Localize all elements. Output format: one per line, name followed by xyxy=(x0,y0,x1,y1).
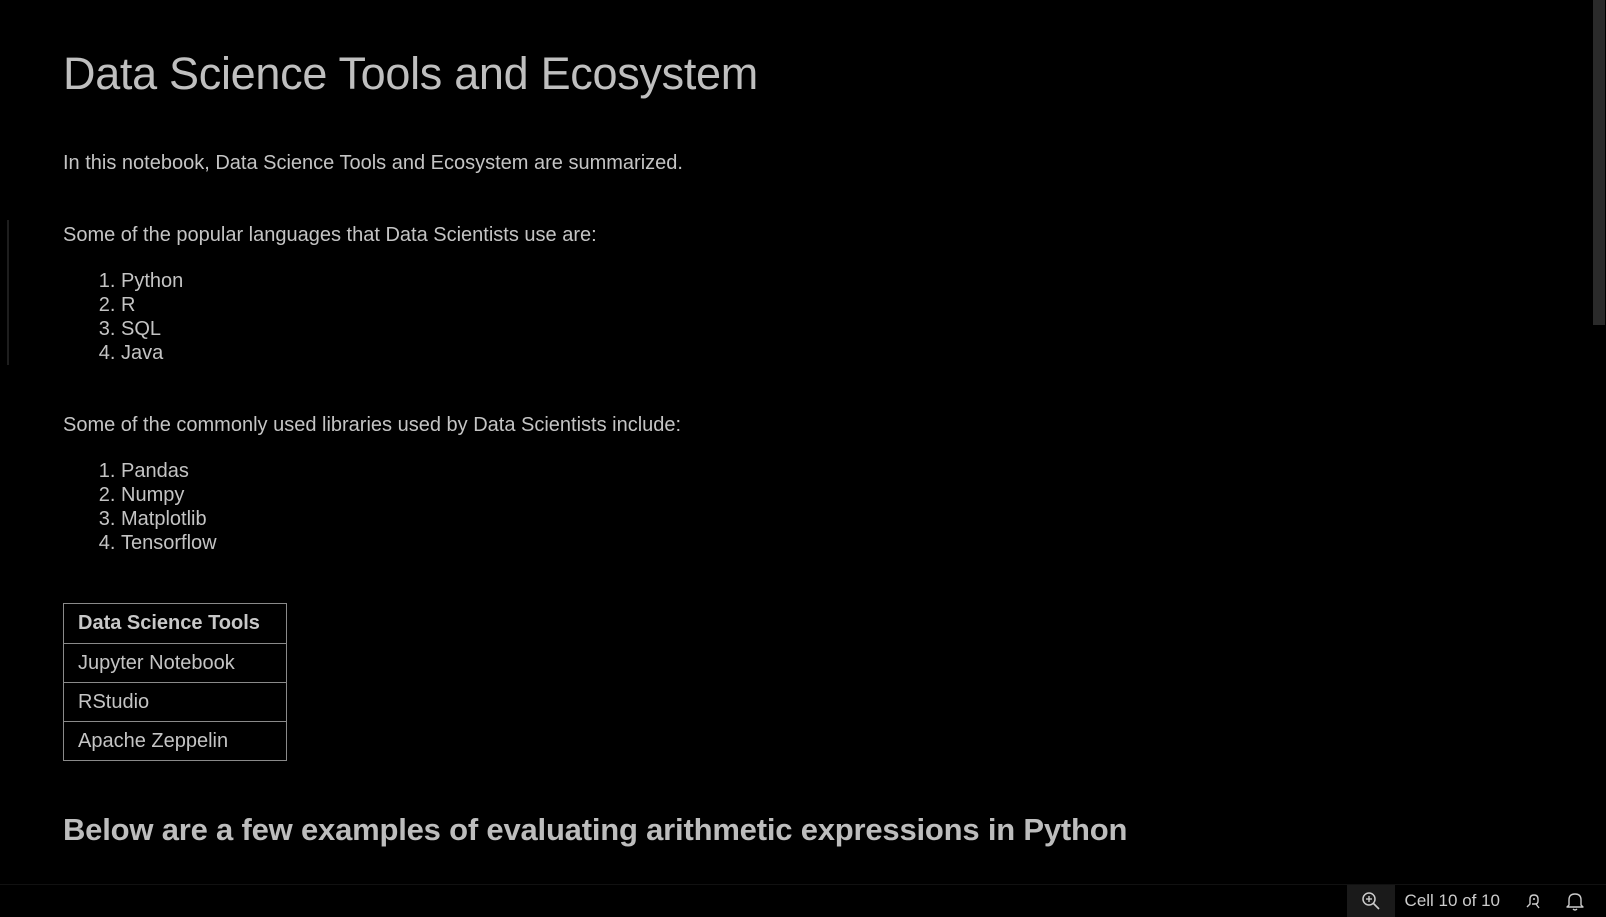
libraries-list: Pandas Numpy Matplotlib Tensorflow xyxy=(63,459,217,555)
languages-intro-text: Some of the popular languages that Data … xyxy=(63,224,597,246)
scrollbar-thumb[interactable] xyxy=(1593,0,1605,325)
cell-focus-marker xyxy=(7,220,9,365)
bell-icon xyxy=(1566,893,1584,911)
table-row: Apache Zeppelin xyxy=(63,721,287,761)
table-row: Jupyter Notebook xyxy=(63,643,287,683)
notebook-editor[interactable]: Data Science Tools and Ecosystem In this… xyxy=(0,0,1590,885)
table-cell: RStudio xyxy=(63,682,287,722)
zoom-in-button[interactable] xyxy=(1346,885,1395,917)
libraries-intro-text: Some of the commonly used libraries used… xyxy=(63,414,682,436)
notifications-button[interactable] xyxy=(1564,890,1586,912)
cell-position-status[interactable]: Cell 10 of 10 xyxy=(1405,891,1500,911)
notebook-title: Data Science Tools and Ecosystem xyxy=(63,48,758,99)
table-cell: Apache Zeppelin xyxy=(63,721,287,761)
languages-list: Python R SQL Java xyxy=(63,269,183,365)
tools-table: Data Science Tools Jupyter Notebook RStu… xyxy=(63,603,287,761)
list-item: R xyxy=(121,293,183,317)
list-item: Pandas xyxy=(121,459,217,483)
vertical-scrollbar[interactable] xyxy=(1590,0,1606,885)
list-item: SQL xyxy=(121,317,183,341)
list-item: Tensorflow xyxy=(121,531,217,555)
notebook-window: Data Science Tools and Ecosystem In this… xyxy=(0,0,1606,917)
zoom-in-icon xyxy=(1361,892,1380,910)
list-item: Matplotlib xyxy=(121,507,217,531)
list-item: Java xyxy=(121,341,183,365)
intro-text: In this notebook, Data Science Tools and… xyxy=(63,152,683,174)
feedback-icon xyxy=(1526,894,1540,909)
list-item: Numpy xyxy=(121,483,217,507)
table-cell: Jupyter Notebook xyxy=(63,643,287,683)
table-header-row: Data Science Tools xyxy=(63,603,287,644)
status-bar: Cell 10 of 10 xyxy=(0,884,1606,917)
examples-heading: Below are a few examples of evaluating a… xyxy=(63,812,1128,847)
feedback-button[interactable] xyxy=(1522,890,1544,912)
table-row: RStudio xyxy=(63,682,287,722)
table-header-cell: Data Science Tools xyxy=(63,603,287,644)
list-item: Python xyxy=(121,269,183,293)
